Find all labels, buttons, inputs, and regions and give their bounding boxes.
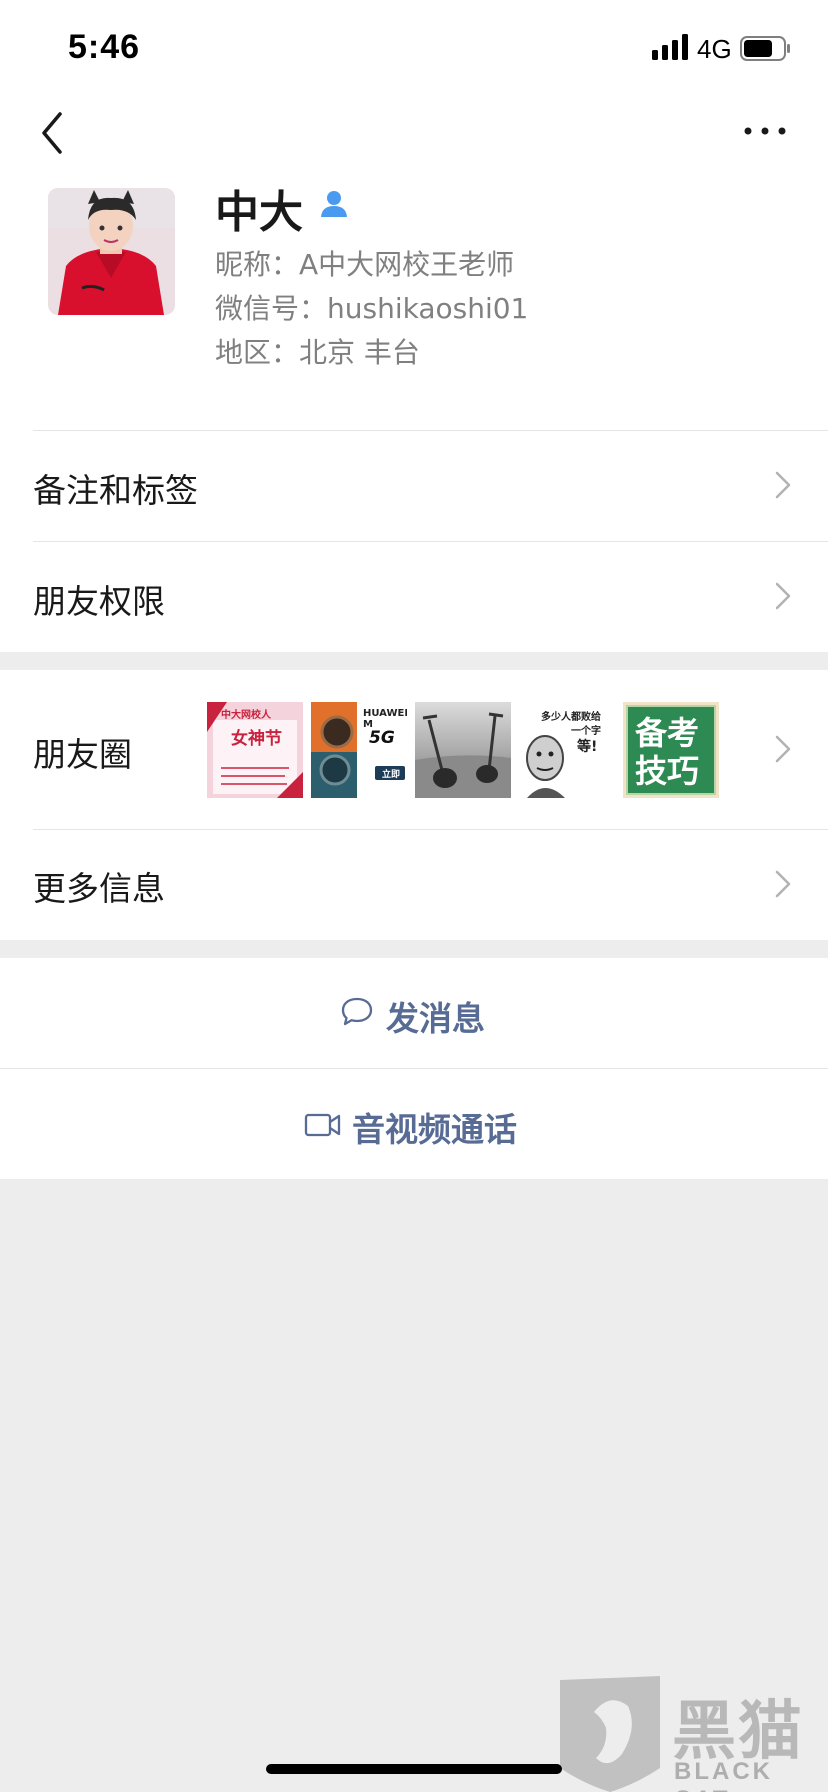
contact-name: 中大	[215, 187, 303, 238]
more-info-row[interactable]: 更多信息	[0, 829, 828, 940]
send-message-button[interactable]: 发消息	[0, 958, 828, 1068]
chevron-right-icon	[775, 735, 791, 763]
chevron-right-icon	[775, 471, 791, 499]
thumb-brand-text: HUAWEI M	[363, 708, 407, 730]
nickname-text: 昵称：A中大网校王老师	[215, 248, 515, 281]
contact-person-icon	[321, 191, 347, 217]
moments-thumbnail-exam-tips[interactable]: 备考 技巧	[623, 702, 719, 798]
moments-label: 朋友圈	[33, 735, 132, 774]
send-message-label: 发消息	[386, 999, 485, 1038]
status-time: 5:46	[68, 28, 141, 66]
thumb-5g-text: 5G	[369, 728, 395, 748]
chevron-right-icon	[775, 870, 791, 898]
moments-thumbnail-quote[interactable]: 多少人都败给 一个字 等!	[519, 702, 615, 798]
battery-icon	[740, 36, 790, 61]
thumb-brand-text: 中大网校人	[221, 710, 271, 721]
wechat-id-text: 微信号：hushikaoshi01	[215, 292, 529, 325]
home-indicator[interactable]	[266, 1764, 562, 1774]
moments-thumbnail-huawei[interactable]: HUAWEI M 5G 立即	[311, 702, 407, 798]
video-call-button[interactable]: 音视频通话	[0, 1069, 828, 1179]
thumb-title-text: 女神节	[231, 729, 282, 749]
remark-tags-label: 备注和标签	[33, 471, 198, 510]
signal-icon	[652, 34, 688, 60]
more-info-label: 更多信息	[33, 869, 165, 908]
thumb-quote-line2: 一个字	[571, 726, 601, 737]
thumb-button-text: 立即	[382, 770, 401, 780]
moments-thumbnail-womens-day[interactable]: 中大网校人 女神节	[207, 702, 303, 798]
video-camera-icon	[304, 1113, 341, 1137]
back-arrow-icon[interactable]	[36, 110, 70, 156]
remark-tags-row[interactable]: 备注和标签	[0, 430, 828, 541]
moments-thumbnail-scooter[interactable]	[415, 702, 511, 798]
video-call-label: 音视频通话	[352, 1110, 517, 1149]
status-bar: 5:46 4G	[0, 0, 828, 96]
friend-permissions-label: 朋友权限	[33, 582, 165, 621]
more-options-icon[interactable]	[742, 118, 788, 144]
avatar[interactable]	[48, 188, 175, 315]
chevron-right-icon	[775, 582, 791, 610]
chat-bubble-icon	[341, 997, 373, 1026]
region-text: 地区：北京 丰台	[215, 336, 420, 369]
thumb-quote-line3: 等!	[577, 739, 598, 755]
watermark-subtitle: BLACK CAT	[674, 1758, 773, 1792]
thumb-quote-line1: 多少人都败给	[541, 712, 601, 723]
thumb-tips-line2: 技巧	[635, 752, 700, 790]
friend-permissions-row[interactable]: 朋友权限	[0, 541, 828, 652]
network-label: 4G	[697, 34, 732, 64]
